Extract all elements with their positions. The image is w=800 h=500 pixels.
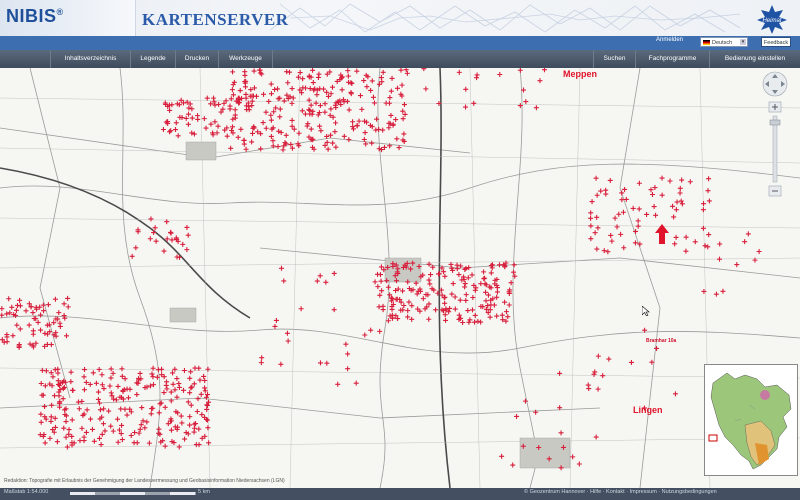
nav-bedienung-einstellen[interactable]: Bedienung einstellen [709,50,800,68]
header-pattern [270,3,740,33]
scale-bar [70,492,196,495]
annotation-label: Bramhar 10a [646,338,677,344]
copyright-text: Redaktion: Topografie mit Erlaubnis der … [4,478,285,484]
chevron-down-icon: ▾ [740,39,746,45]
page-title: KARTENSERVER [142,10,289,29]
globe-emblem-icon[interactable]: Heimat [756,4,788,34]
feedback-button[interactable]: Feedback [761,37,791,47]
overview-map[interactable] [704,364,798,476]
german-flag-icon [703,40,710,45]
footer-link-geozentrum[interactable]: © Geozentrum Hannover [524,489,585,495]
app-header: NIBIS® KARTENSERVER Heimat [0,0,800,37]
zoom-out-icon[interactable] [768,185,782,197]
footer-link-nutzungsbedingungen[interactable]: Nutzungsbedingungen [662,489,717,495]
logo-text: NIBIS [6,6,57,26]
nibis-logo[interactable]: NIBIS® [6,6,64,27]
footer-links: © Geozentrum Hannover · Hilfe · Kontakt … [524,489,717,495]
marker-layer [0,68,762,471]
zoom-in-icon[interactable] [768,101,782,113]
lower-saxony-overview [705,365,797,475]
scale-text: Maßstab 1:54.000 [4,489,49,495]
footer-link-hilfe[interactable]: Hilfe [590,489,601,495]
language-select[interactable]: Deutsch ▾ [700,37,748,47]
footer-link-kontakt[interactable]: Kontakt [606,489,625,495]
nav-suchen[interactable]: Suchen [593,50,635,68]
scale-label: 5 km [198,489,210,495]
login-link[interactable]: Anmelden [656,37,683,43]
logo-registered: ® [56,7,64,17]
zoom-control[interactable] [760,70,790,200]
footer-link-impressum[interactable]: Impressum [630,489,657,495]
nav-werkzeuge[interactable]: Werkzeuge [218,50,273,68]
nav-drucken[interactable]: Drucken [175,50,218,68]
nav-legende[interactable]: Legende [130,50,175,68]
red-arrow-icon [655,224,669,244]
city-label-meppen: Meppen [563,69,598,79]
svg-text:Heimat: Heimat [762,18,781,24]
nav-fachprogramme[interactable]: Fachprogramme [635,50,709,68]
language-value: Deutsch [712,40,733,46]
city-label-lingen: Lingen [633,405,663,415]
map-canvas[interactable]: Meppen Lingen Bramhar 10a Redaktion: Top… [0,68,800,488]
zoom-slider-icon[interactable] [769,115,781,183]
nav-inhaltsverzeichnis[interactable]: Inhaltsverzeichnis [50,50,130,68]
pan-arrows-icon[interactable] [762,71,788,97]
cursor-icon [642,306,650,316]
